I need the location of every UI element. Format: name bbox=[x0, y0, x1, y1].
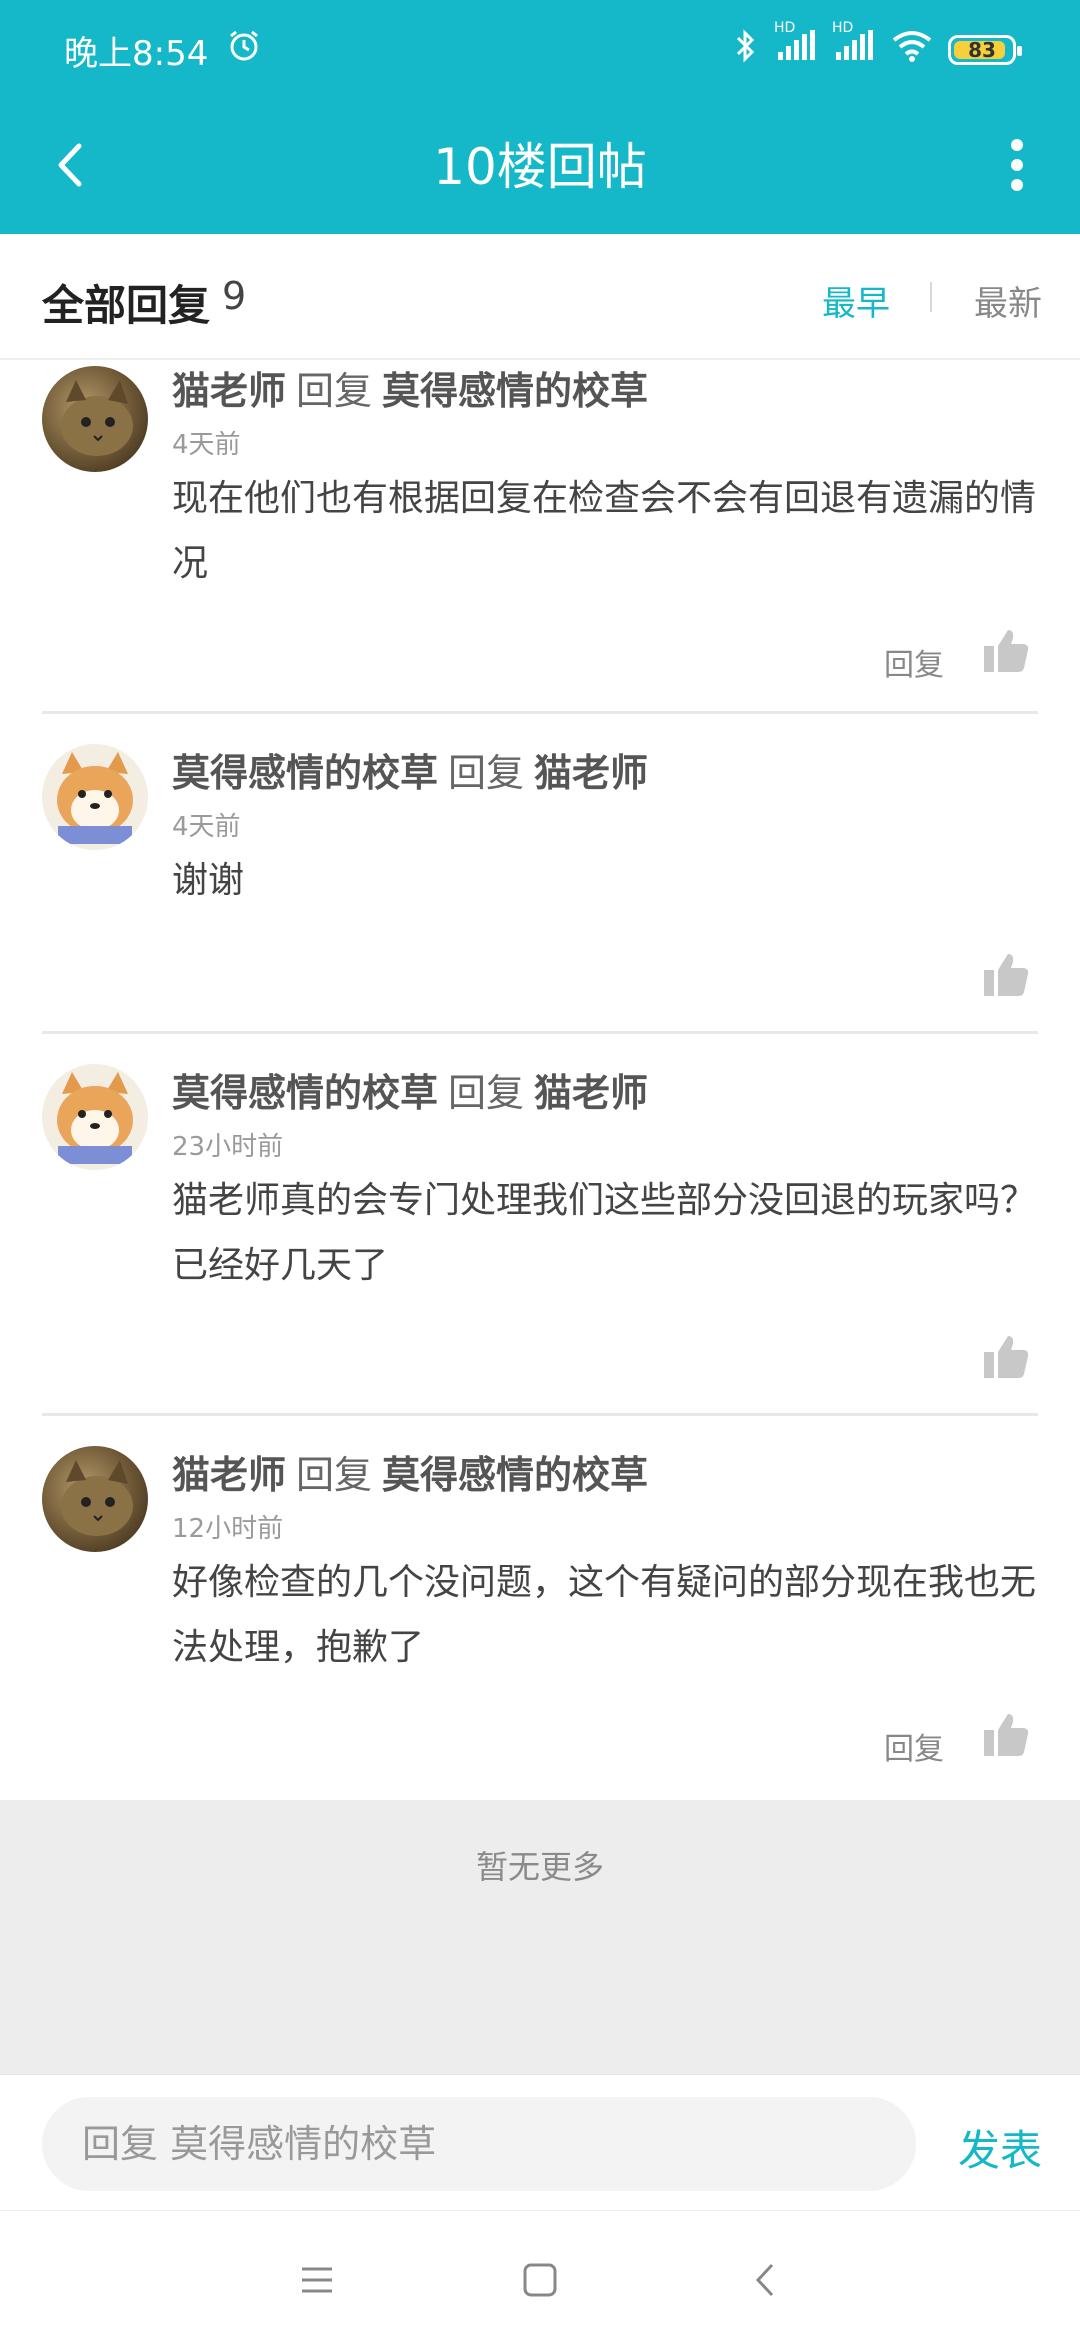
nav-bar: 10楼回帖 bbox=[0, 100, 1080, 234]
like-button[interactable] bbox=[982, 1334, 1030, 1380]
reply-target[interactable]: 猫老师 bbox=[534, 1071, 648, 1115]
home-icon[interactable] bbox=[515, 2255, 565, 2305]
battery-icon: 83 bbox=[948, 35, 1022, 65]
alarm-icon bbox=[226, 28, 262, 73]
status-bar: 晚上8:54 HD HD 83 bbox=[0, 0, 1080, 100]
more-vertical-icon bbox=[1011, 139, 1023, 191]
signal-label: HD bbox=[774, 19, 796, 36]
avatar[interactable] bbox=[42, 1446, 148, 1552]
menu-icon[interactable] bbox=[292, 2255, 342, 2305]
reply-author[interactable]: 莫得感情的校草 bbox=[172, 751, 438, 795]
reply-author[interactable]: 猫老师 bbox=[172, 1453, 286, 1497]
reply-content: 好像检查的几个没问题，这个有疑问的部分现在我也无法处理，抱歉了 bbox=[172, 1562, 1037, 1668]
signal-label-2: HD bbox=[832, 19, 854, 36]
reply-item: 莫得感情的校草 回复 猫老师 4天前 谢谢 bbox=[42, 720, 1038, 1034]
avatar[interactable] bbox=[42, 366, 148, 472]
reply-header: 猫老师 回复 莫得感情的校草 bbox=[172, 360, 648, 415]
reply-header: 莫得感情的校草 回复 猫老师 bbox=[172, 742, 648, 797]
compose-bar: 回复 莫得感情的校草 发表 bbox=[0, 2074, 1080, 2210]
thumbs-up-icon bbox=[984, 630, 1029, 672]
reply-item: 猫老师 回复 莫得感情的校草 12小时前 好像检查的几个没问题，这个有疑问的部分现在… bbox=[42, 1422, 1038, 1800]
reply-content: 猫老师真的会专门处理我们这些部分没回退的玩家吗？已经好几天了 bbox=[172, 1180, 1037, 1286]
reply-verb: 回复 bbox=[448, 1071, 525, 1115]
reply-verb: 回复 bbox=[448, 751, 525, 795]
bluetooth-icon bbox=[730, 28, 760, 73]
signal-icon: HD bbox=[774, 20, 818, 73]
avatar[interactable] bbox=[42, 1064, 148, 1170]
avatar[interactable] bbox=[42, 744, 148, 850]
back-nav-icon[interactable] bbox=[742, 2255, 792, 2305]
more-options-button[interactable] bbox=[982, 130, 1052, 200]
reply-header: 莫得感情的校草 回复 猫老师 bbox=[172, 1062, 648, 1117]
reply-button[interactable]: 回复 bbox=[884, 1724, 944, 1768]
reply-time: 4天前 bbox=[172, 812, 241, 842]
all-replies-title: 全部回复 bbox=[42, 281, 211, 330]
thumbs-up-icon bbox=[984, 1336, 1029, 1378]
status-time: 晚上8:54 bbox=[64, 33, 209, 74]
wifi-icon bbox=[890, 28, 934, 73]
list-end-area: 暂无更多 bbox=[0, 1800, 1080, 2074]
reply-input[interactable]: 回复 莫得感情的校草 bbox=[42, 2097, 916, 2191]
signal-icon-2: HD bbox=[832, 20, 876, 73]
reply-verb: 回复 bbox=[296, 1453, 373, 1497]
battery-level: 83 bbox=[968, 38, 996, 62]
reply-target[interactable]: 莫得感情的校草 bbox=[382, 1453, 648, 1497]
reply-time: 4天前 bbox=[172, 430, 241, 460]
thumbs-up-icon bbox=[984, 1714, 1029, 1756]
system-nav-bar bbox=[0, 2210, 1080, 2340]
reply-time: 23小时前 bbox=[172, 1132, 284, 1162]
reply-author[interactable]: 猫老师 bbox=[172, 369, 286, 413]
sort-earliest-tab[interactable]: 最早 bbox=[822, 276, 890, 325]
reply-header: 猫老师 回复 莫得感情的校草 bbox=[172, 1444, 648, 1499]
like-button[interactable] bbox=[982, 952, 1030, 998]
send-button[interactable]: 发表 bbox=[958, 2117, 1042, 2178]
sort-divider bbox=[930, 282, 932, 312]
reply-content: 现在他们也有根据回复在检查会不会有回退有遗漏的情况 bbox=[172, 478, 1037, 584]
no-more-label: 暂无更多 bbox=[475, 1848, 604, 1886]
app-header: 晚上8:54 HD HD 83 10楼回帖 bbox=[0, 0, 1080, 234]
reply-button[interactable]: 回复 bbox=[884, 640, 944, 684]
reply-item: 猫老师 回复 莫得感情的校草 4天前 现在他们也有根据回复在检查会不会有回退有遗漏的… bbox=[42, 360, 1038, 714]
reply-filter-bar: 全部回复 9 最早 最新 bbox=[0, 234, 1080, 360]
like-button[interactable] bbox=[982, 1712, 1030, 1758]
reply-target[interactable]: 莫得感情的校草 bbox=[382, 369, 648, 413]
reply-count: 9 bbox=[222, 274, 247, 318]
reply-target[interactable]: 猫老师 bbox=[534, 751, 648, 795]
sort-newest-tab[interactable]: 最新 bbox=[974, 276, 1042, 325]
page-title: 10楼回帖 bbox=[433, 138, 647, 196]
reply-time: 12小时前 bbox=[172, 1514, 284, 1544]
thumbs-up-icon bbox=[984, 954, 1029, 996]
like-button[interactable] bbox=[982, 628, 1030, 674]
reply-author[interactable]: 莫得感情的校草 bbox=[172, 1071, 438, 1115]
reply-content: 谢谢 bbox=[172, 860, 245, 901]
reply-item: 莫得感情的校草 回复 猫老师 23小时前 猫老师真的会专门处理我们这些部分没回退的玩… bbox=[42, 1040, 1038, 1416]
reply-verb: 回复 bbox=[296, 369, 373, 413]
